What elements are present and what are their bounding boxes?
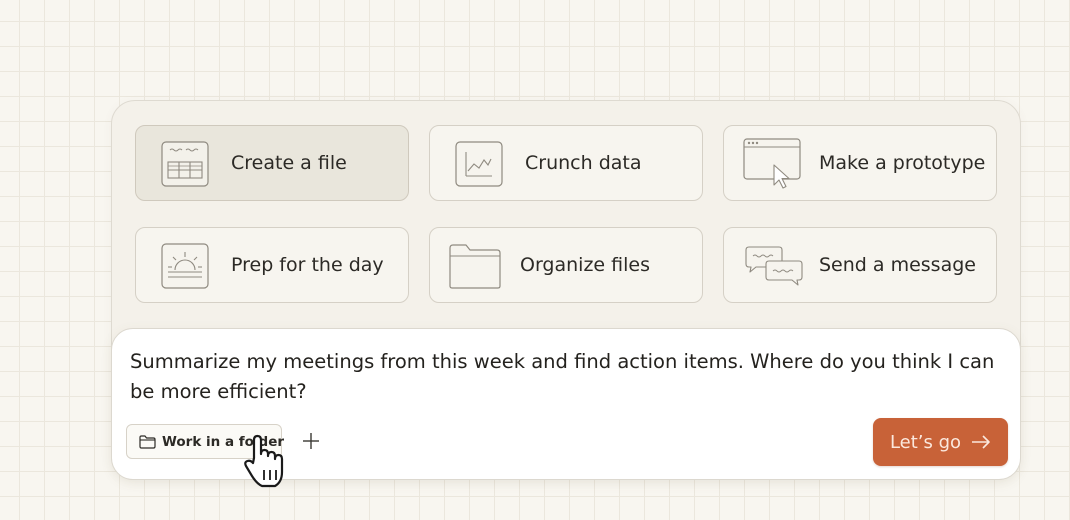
folder-icon [139,434,156,449]
hand-pointer-cursor-icon [240,432,292,492]
tile-prep-for-the-day[interactable]: Prep for the day [135,227,409,303]
lets-go-button[interactable]: Let’s go [873,418,1008,466]
folder-icon [448,242,502,290]
prompt-input[interactable]: Summarize my meetings from this week and… [130,347,1010,407]
tile-create-a-file[interactable]: Create a file [135,125,409,201]
tile-label: Make a prototype [819,152,986,174]
chat-bubbles-icon [742,242,806,290]
tile-label: Crunch data [525,152,642,174]
arrow-right-icon [971,435,991,449]
tile-label: Send a message [819,254,976,276]
tile-send-a-message[interactable]: Send a message [723,227,997,303]
tile-label: Create a file [231,152,347,174]
tile-organize-files[interactable]: Organize files [429,227,703,303]
tile-label: Prep for the day [231,254,384,276]
browser-window-icon [742,138,804,189]
tile-make-a-prototype[interactable]: Make a prototype [723,125,997,201]
sunrise-icon [160,242,210,290]
tile-crunch-data[interactable]: Crunch data [429,125,703,201]
add-button[interactable] [298,428,324,454]
chart-icon [454,140,504,188]
spreadsheet-icon [160,140,210,188]
lets-go-label: Let’s go [889,431,962,453]
plus-icon [302,432,320,450]
tile-label: Organize files [520,254,650,276]
